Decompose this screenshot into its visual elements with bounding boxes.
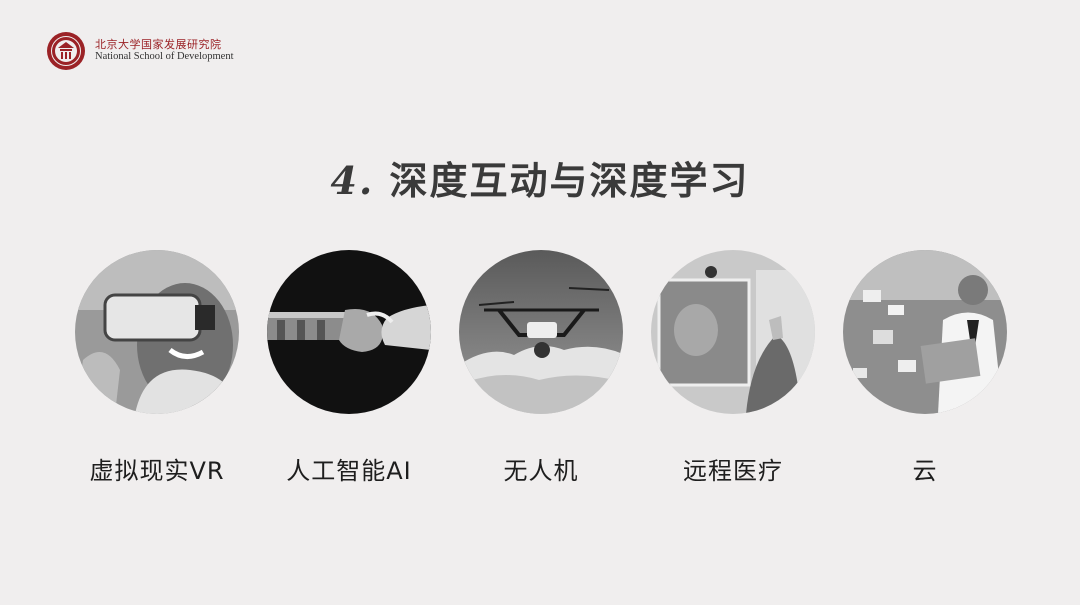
header-logo: 北京大学国家发展研究院 National School of Developme… bbox=[46, 31, 234, 71]
topic-label: 远程医疗 bbox=[683, 457, 783, 485]
org-name-cn: 北京大学国家发展研究院 bbox=[95, 37, 222, 51]
robot-handshake-photo-icon bbox=[267, 250, 431, 414]
vr-headset-photo-icon bbox=[75, 250, 239, 414]
topic-label: 虚拟现实VR bbox=[89, 457, 225, 485]
topic-label: 无人机 bbox=[503, 457, 579, 485]
pku-seal-icon bbox=[47, 32, 85, 70]
telemedicine-photo-icon bbox=[651, 250, 815, 414]
topic-label: 云 bbox=[912, 457, 938, 485]
topic-item-cloud: 云 bbox=[825, 250, 1025, 486]
slide: 北京大学国家发展研究院 National School of Developme… bbox=[0, 0, 1080, 605]
topic-label: 人工智能AI bbox=[286, 457, 412, 485]
topic-item-telemedicine: 远程医疗 bbox=[633, 250, 833, 486]
topic-item-drone: 无人机 bbox=[441, 250, 641, 486]
topic-item-ai: 人工智能AI bbox=[249, 250, 449, 486]
title-text: 深度互动与深度学习 bbox=[389, 158, 750, 203]
title-number: 4. bbox=[330, 158, 375, 203]
slide-title: 4. 深度互动与深度学习 bbox=[0, 150, 1080, 205]
drone-photo-icon bbox=[459, 250, 623, 414]
topic-item-vr: 虚拟现实VR bbox=[57, 250, 257, 486]
org-name-en: National School of Development bbox=[95, 51, 234, 63]
cloud-computing-photo-icon bbox=[843, 250, 1007, 414]
